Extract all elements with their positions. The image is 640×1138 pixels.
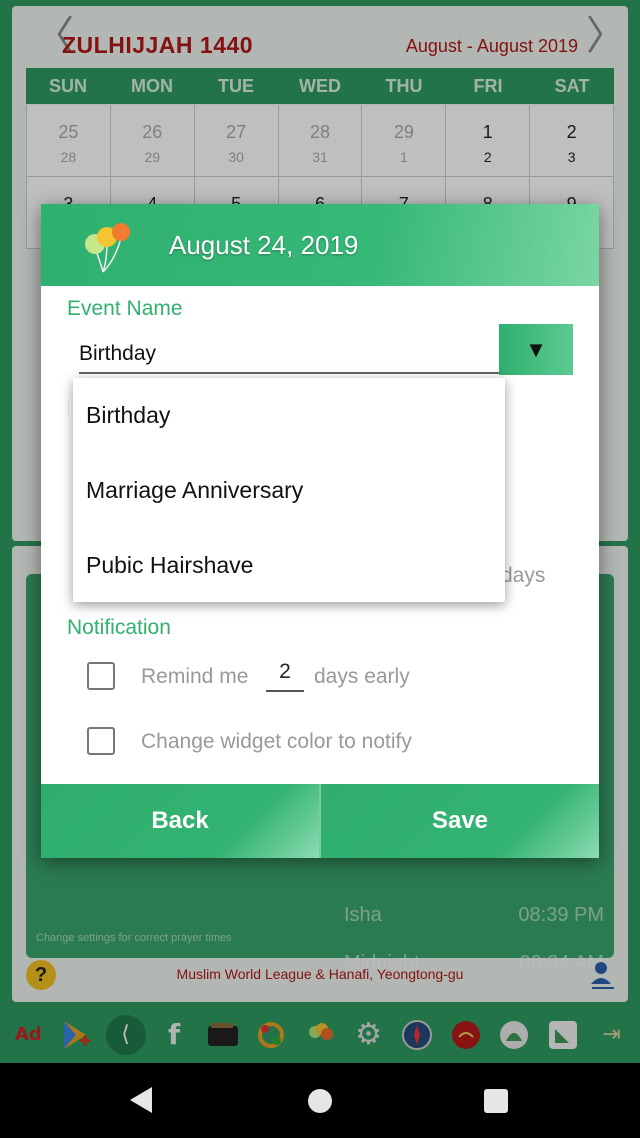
notification-label: Notification (67, 616, 171, 639)
home-nav-icon[interactable] (308, 1089, 332, 1113)
widget-color-checkbox[interactable] (87, 727, 115, 755)
widget-color-text: Change widget color to notify (141, 730, 412, 753)
dialog-button-row: Back Save (41, 784, 599, 858)
remind-prefix-text: Remind me (141, 665, 249, 688)
dropdown-option-pubic-hairshave[interactable]: Pubic Hairshave (86, 552, 253, 579)
repeat-days-partial: days (501, 564, 546, 587)
dialog-title: August 24, 2019 (169, 230, 359, 260)
balloons-icon (81, 220, 137, 276)
event-name-input[interactable]: Birthday (79, 334, 499, 374)
event-dropdown-button[interactable]: ▼ (499, 324, 573, 375)
remind-checkbox[interactable] (87, 662, 115, 690)
back-button[interactable]: Back (41, 784, 321, 858)
event-name-label: Event Name (67, 297, 183, 320)
dropdown-arrow-icon: ▼ (525, 336, 547, 362)
system-navigation-bar (0, 1063, 640, 1138)
remind-days-input[interactable]: 2 (266, 660, 304, 692)
save-button[interactable]: Save (321, 784, 599, 858)
dropdown-option-birthday[interactable]: Birthday (86, 402, 170, 429)
dropdown-option-marriage-anniversary[interactable]: Marriage Anniversary (86, 477, 303, 504)
back-nav-icon[interactable] (130, 1087, 152, 1113)
event-name-dropdown-menu: Birthday Marriage Anniversary Pubic Hair… (73, 378, 505, 602)
recents-nav-icon[interactable] (484, 1089, 508, 1113)
dialog-header: August 24, 2019 (41, 204, 599, 286)
remind-suffix-text: days early (314, 665, 410, 688)
